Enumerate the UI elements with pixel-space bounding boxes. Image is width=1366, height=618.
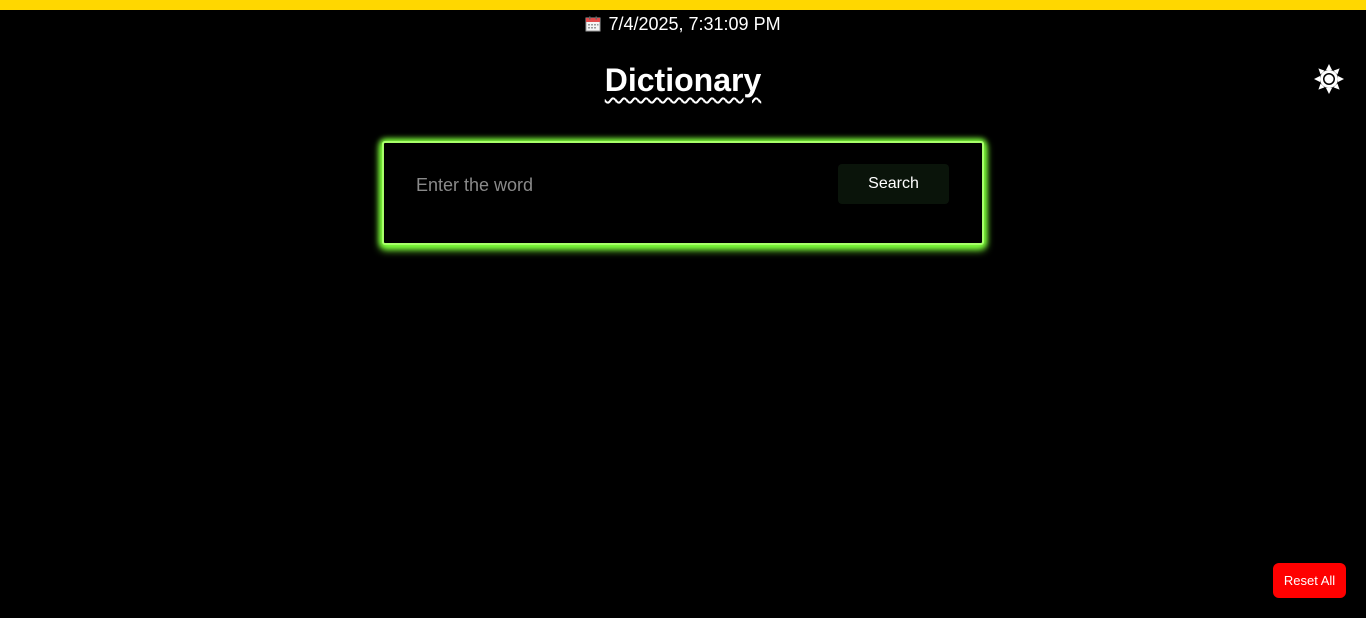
datetime-text: 7/4/2025, 7:31:09 PM	[608, 14, 781, 34]
datetime-display: 7/4/2025, 7:31:09 PM	[0, 12, 1366, 36]
search-panel: Search	[382, 141, 984, 245]
theme-toggle-button[interactable]	[1312, 63, 1346, 100]
calendar-icon	[585, 14, 601, 32]
search-input[interactable]	[414, 165, 818, 205]
title-container: Dictionary	[0, 60, 1366, 100]
sun-icon	[1313, 63, 1345, 100]
top-accent-bar	[0, 0, 1366, 10]
reset-all-button[interactable]: Reset All	[1273, 563, 1346, 598]
search-button[interactable]: Search	[838, 164, 949, 204]
page-title: Dictionary	[604, 62, 762, 98]
